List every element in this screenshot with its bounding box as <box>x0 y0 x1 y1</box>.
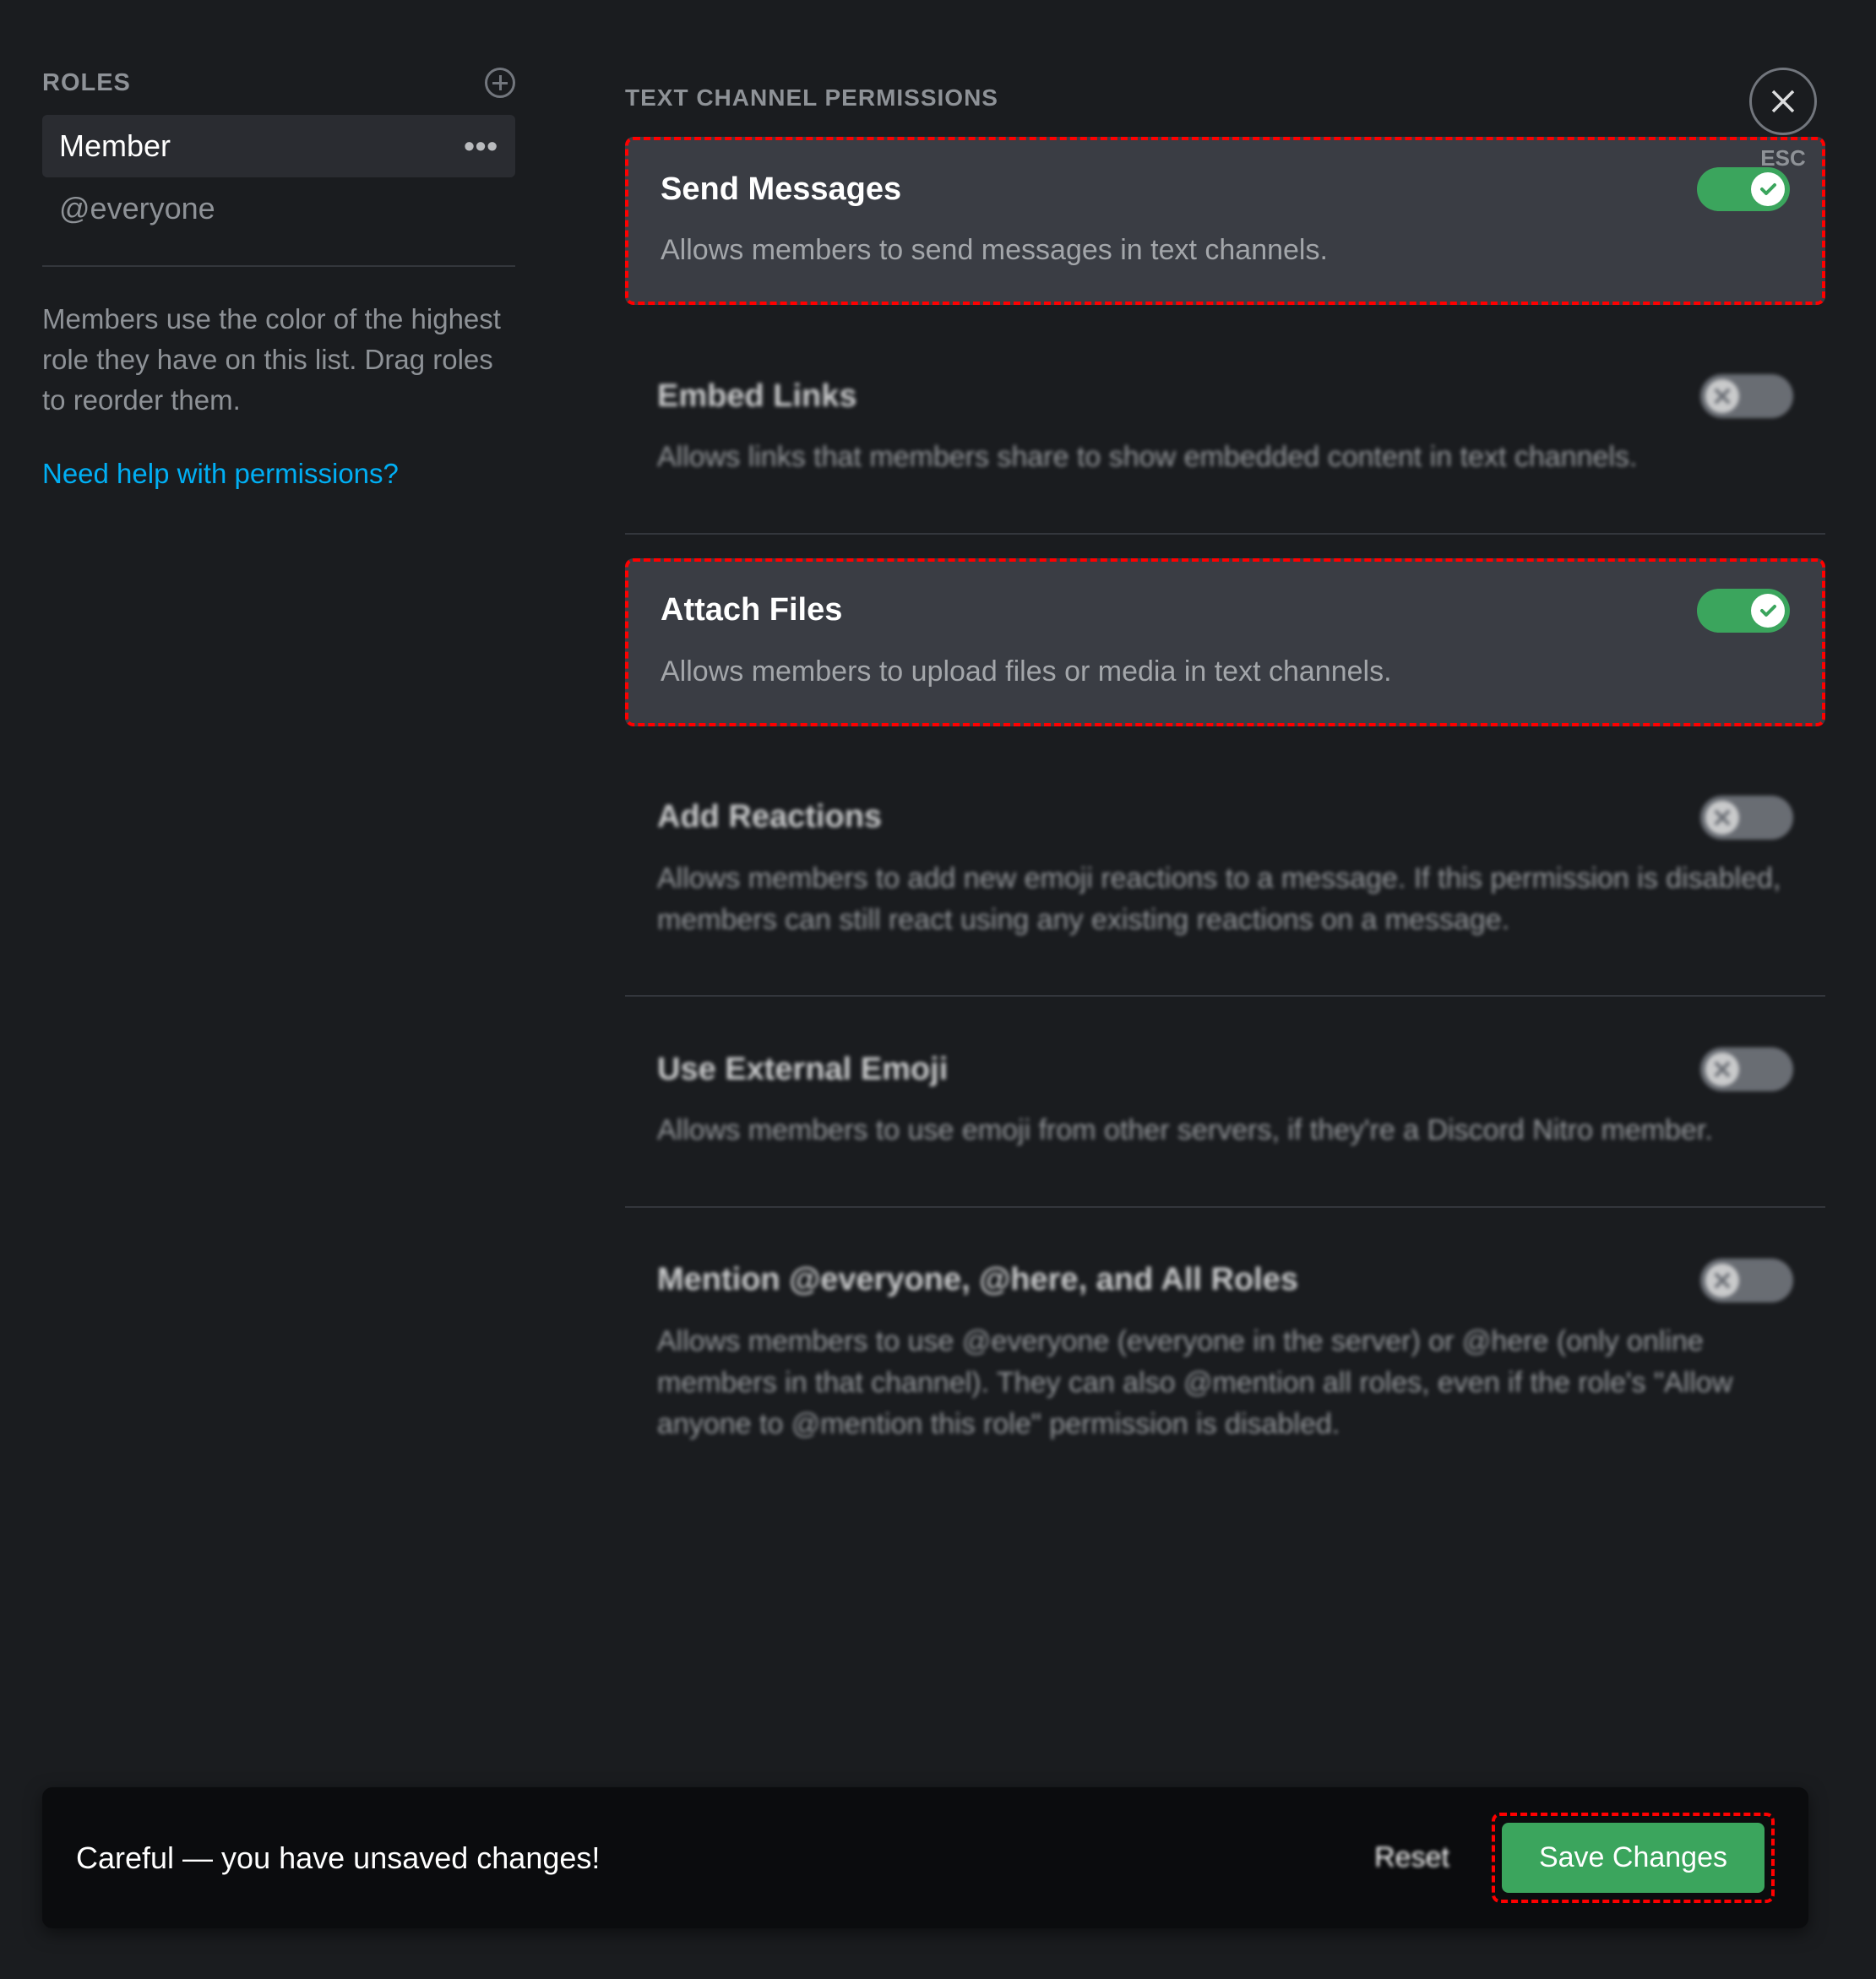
permission-toggle[interactable] <box>1700 796 1793 840</box>
permission-title: Mention @everyone, @here, and All Roles <box>657 1262 1298 1298</box>
reset-button[interactable]: Reset <box>1374 1841 1449 1874</box>
save-changes-button[interactable]: Save Changes <box>1502 1823 1765 1893</box>
x-icon <box>1705 1052 1739 1086</box>
add-role-icon[interactable] <box>485 68 515 98</box>
permission-toggle[interactable] <box>1697 589 1790 633</box>
permission-toggle[interactable] <box>1700 374 1793 418</box>
permission-description: Allows members to use emoji from other s… <box>657 1110 1793 1151</box>
permission-add-reactions: Add Reactions Allows members to add new e… <box>625 769 1825 972</box>
close-icon <box>1768 86 1798 117</box>
permission-description: Allows members to send messages in text … <box>661 230 1790 271</box>
divider <box>625 1206 1825 1208</box>
x-icon <box>1705 1264 1739 1297</box>
divider <box>42 265 515 267</box>
permission-description: Allows members to add new emoji reaction… <box>657 858 1793 942</box>
permission-description: Allows members to use @everyone (everyon… <box>657 1321 1793 1446</box>
section-label: TEXT CHANNEL PERMISSIONS <box>625 84 1825 111</box>
permission-description: Allows members to upload files or media … <box>661 651 1790 693</box>
sidebar-hint: Members use the color of the highest rol… <box>42 299 515 421</box>
check-icon <box>1751 172 1785 206</box>
role-name: Member <box>59 128 171 164</box>
permission-use-external-emoji: Use External Emoji Allows members to use … <box>625 1020 1825 1182</box>
check-icon <box>1751 594 1785 628</box>
permission-toggle[interactable] <box>1697 167 1790 211</box>
divider <box>625 995 1825 997</box>
roles-header-label: ROLES <box>42 69 131 97</box>
permission-toggle[interactable] <box>1700 1047 1793 1091</box>
role-name: @everyone <box>59 191 215 226</box>
unsaved-changes-bar: Careful — you have unsaved changes! Rese… <box>42 1787 1808 1928</box>
permission-attach-files: Attach Files Allows members to upload fil… <box>625 558 1825 726</box>
role-item-everyone[interactable]: @everyone <box>42 177 515 240</box>
close-button[interactable] <box>1749 68 1817 135</box>
permission-title: Embed Links <box>657 378 857 415</box>
help-link[interactable]: Need help with permissions? <box>42 458 399 489</box>
permission-title: Add Reactions <box>657 799 882 835</box>
esc-label: ESC <box>1749 145 1817 171</box>
permission-embed-links: Embed Links Allows links that members sha… <box>625 347 1825 508</box>
x-icon <box>1705 801 1739 835</box>
divider <box>625 533 1825 535</box>
permission-toggle[interactable] <box>1700 1259 1793 1302</box>
permissions-panel: TEXT CHANNEL PERMISSIONS Send Messages Al… <box>557 0 1876 1979</box>
more-icon[interactable]: ••• <box>464 128 498 164</box>
roles-sidebar: ROLES Member ••• @everyone Members use t… <box>0 0 557 1979</box>
permission-send-messages: Send Messages Allows members to send mess… <box>625 137 1825 305</box>
permission-title: Attach Files <box>661 592 842 628</box>
permission-description: Allows links that members share to show … <box>657 437 1793 478</box>
x-icon <box>1705 379 1739 413</box>
permission-mention-everyone: Mention @everyone, @here, and All Roles A… <box>625 1231 1825 1476</box>
save-button-highlight: Save Changes <box>1492 1813 1775 1903</box>
permission-title: Send Messages <box>661 171 901 208</box>
permission-title: Use External Emoji <box>657 1052 948 1088</box>
role-item-member[interactable]: Member ••• <box>42 115 515 177</box>
unsaved-message: Careful — you have unsaved changes! <box>76 1840 1374 1876</box>
